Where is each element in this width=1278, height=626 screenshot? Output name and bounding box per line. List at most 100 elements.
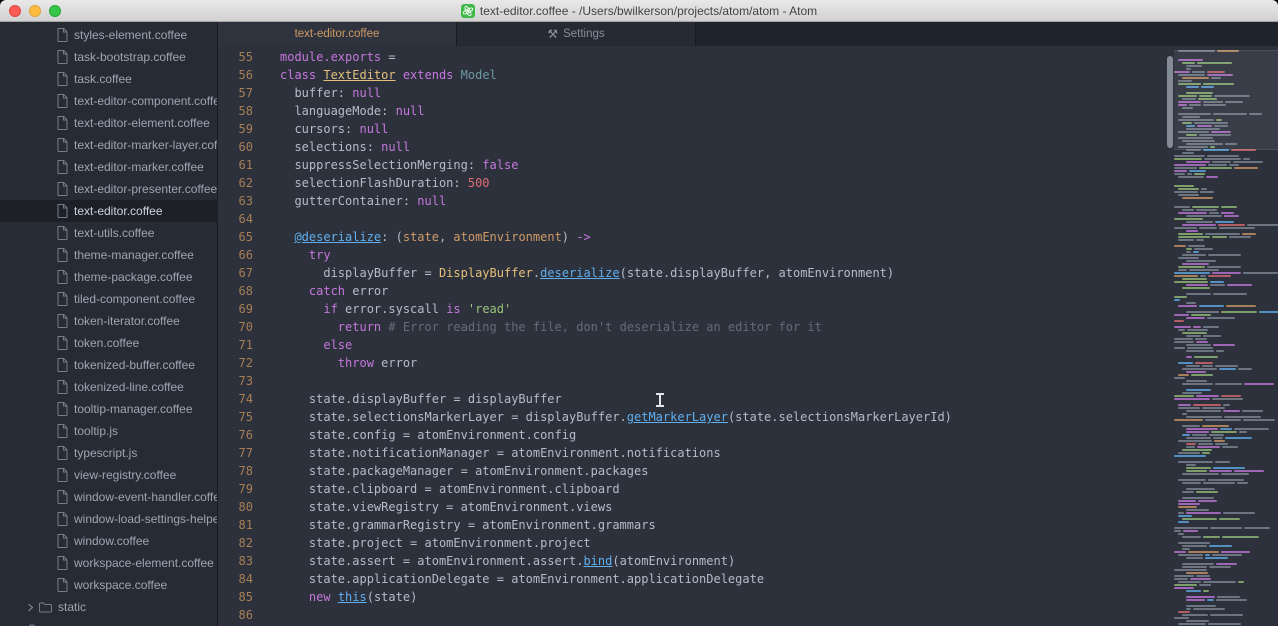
minimap-line — [1174, 443, 1278, 445]
code-line[interactable]: @deserialize: (state, atomEnvironment) -… — [280, 228, 1166, 246]
tree-item-file[interactable]: window-load-settings-helpers.coffee — [0, 508, 217, 530]
zoom-button[interactable] — [49, 5, 61, 17]
minimap-line — [1174, 155, 1278, 157]
tree-item-file[interactable]: tokenized-line.coffee — [0, 376, 217, 398]
minimap-line — [1174, 308, 1278, 310]
minimap-line — [1174, 284, 1278, 286]
scrollbar-track[interactable] — [1166, 46, 1174, 626]
tree-item-folder[interactable] — [0, 618, 217, 626]
tree-item-file[interactable]: task-bootstrap.coffee — [0, 46, 217, 68]
code-line[interactable]: displayBuffer = DisplayBuffer.deserializ… — [280, 264, 1166, 282]
code-line[interactable]: state.assert = atomEnvironment.assert.bi… — [280, 552, 1166, 570]
tree-item-file[interactable]: text-editor.coffee — [0, 200, 217, 222]
code-line[interactable] — [280, 372, 1166, 390]
code-pane[interactable]: module.exports =class TextEditor extends… — [280, 46, 1166, 626]
minimap-line — [1174, 548, 1278, 550]
minimap-line — [1174, 602, 1278, 604]
code-line[interactable]: state.displayBuffer = displayBuffer — [280, 390, 1166, 408]
code-line[interactable]: state.config = atomEnvironment.config — [280, 426, 1166, 444]
code-line[interactable]: module.exports = — [280, 48, 1166, 66]
code-line[interactable]: return # Error reading the file, don't d… — [280, 318, 1166, 336]
minimap-line — [1174, 359, 1278, 361]
tree-item-file[interactable]: workspace-element.coffee — [0, 552, 217, 574]
tree-item-file[interactable]: theme-manager.coffee — [0, 244, 217, 266]
code-line[interactable]: languageMode: null — [280, 102, 1166, 120]
tree-item-file[interactable]: tiled-component.coffee — [0, 288, 217, 310]
code-line[interactable]: selectionFlashDuration: 500 — [280, 174, 1166, 192]
tree-item-file[interactable]: tokenized-buffer.coffee — [0, 354, 217, 376]
tree-item-file[interactable]: styles-element.coffee — [0, 24, 217, 46]
code-line[interactable]: else — [280, 336, 1166, 354]
tree-item-file[interactable]: theme-package.coffee — [0, 266, 217, 288]
minimap[interactable] — [1174, 46, 1278, 626]
code-line[interactable]: buffer: null — [280, 84, 1166, 102]
minimap-line — [1174, 605, 1278, 607]
tree-item-file[interactable]: window.coffee — [0, 530, 217, 552]
tree-item-file[interactable]: workspace.coffee — [0, 574, 217, 596]
scrollbar-thumb[interactable] — [1167, 56, 1173, 148]
tree-item-file[interactable]: text-editor-element.coffee — [0, 112, 217, 134]
code-line[interactable]: if error.syscall is 'read' — [280, 300, 1166, 318]
window-title: text-editor.coffee - /Users/bwilkerson/p… — [480, 4, 817, 18]
minimap-visible-region[interactable] — [1174, 50, 1278, 150]
minimap-line — [1174, 446, 1278, 448]
code-line[interactable]: new this(state) — [280, 588, 1166, 606]
file-icon — [57, 424, 68, 438]
tree-item-file[interactable]: text-editor-presenter.coffee — [0, 178, 217, 200]
minimap-line — [1174, 215, 1278, 217]
tree-item-file[interactable]: text-utils.coffee — [0, 222, 217, 244]
minimap-line — [1174, 449, 1278, 451]
minimap-line — [1174, 488, 1278, 490]
minimap-line — [1174, 350, 1278, 352]
tree-item-file[interactable]: typescript.js — [0, 442, 217, 464]
tree-item-file[interactable]: text-editor-marker.coffee — [0, 156, 217, 178]
tree-item-file[interactable]: token.coffee — [0, 332, 217, 354]
close-button[interactable] — [9, 5, 21, 17]
code-line[interactable]: selections: null — [280, 138, 1166, 156]
tree-item-file[interactable]: token-iterator.coffee — [0, 310, 217, 332]
tree-item-file[interactable]: view-registry.coffee — [0, 464, 217, 486]
tree-item-file[interactable]: task.coffee — [0, 68, 217, 90]
code-line[interactable]: state.packageManager = atomEnvironment.p… — [280, 462, 1166, 480]
code-line[interactable]: class TextEditor extends Model — [280, 66, 1166, 84]
editor[interactable]: 5556575859606162636465666768697071727374… — [218, 46, 1278, 626]
code-line[interactable]: gutterContainer: null — [280, 192, 1166, 210]
tree-item-file[interactable]: text-editor-component.coffee — [0, 90, 217, 112]
tab-bar: text-editor.coffee ⚒ Settings — [218, 22, 1278, 46]
code-line[interactable]: try — [280, 246, 1166, 264]
minimap-line — [1174, 374, 1278, 376]
code-line[interactable] — [280, 210, 1166, 228]
tree-item-file[interactable]: text-editor-marker-layer.coffee — [0, 134, 217, 156]
tree-item-file[interactable]: tooltip.js — [0, 420, 217, 442]
minimap-line — [1174, 530, 1278, 532]
minimap-line — [1174, 533, 1278, 535]
code-line[interactable]: cursors: null — [280, 120, 1166, 138]
code-line[interactable]: state.project = atomEnvironment.project — [280, 534, 1166, 552]
file-icon — [57, 204, 68, 218]
minimap-line — [1174, 401, 1278, 403]
code-line[interactable]: state.applicationDelegate = atomEnvironm… — [280, 570, 1166, 588]
minimap-line — [1174, 521, 1278, 523]
tab-settings[interactable]: ⚒ Settings — [457, 22, 696, 46]
tree-item-file[interactable]: tooltip-manager.coffee — [0, 398, 217, 420]
code-line[interactable]: state.grammarRegistry = atomEnvironment.… — [280, 516, 1166, 534]
title-bar: text-editor.coffee - /Users/bwilkerson/p… — [0, 0, 1278, 22]
minimap-line — [1174, 587, 1278, 589]
code-line[interactable]: catch error — [280, 282, 1166, 300]
line-number: 64 — [218, 210, 280, 228]
minimap-line — [1174, 269, 1278, 271]
minimap-line — [1174, 158, 1278, 160]
code-line[interactable] — [280, 606, 1166, 624]
tree-item-file[interactable]: window-event-handler.coffee — [0, 486, 217, 508]
tab-text-editor[interactable]: text-editor.coffee — [218, 22, 457, 46]
minimize-button[interactable] — [29, 5, 41, 17]
code-line[interactable]: state.viewRegistry = atomEnvironment.vie… — [280, 498, 1166, 516]
code-line[interactable]: state.clipboard = atomEnvironment.clipbo… — [280, 480, 1166, 498]
code-line[interactable]: state.notificationManager = atomEnvironm… — [280, 444, 1166, 462]
tree-item-label: text-editor-marker.coffee — [74, 160, 204, 174]
minimap-line — [1174, 551, 1278, 553]
tree-item-folder[interactable]: static — [0, 596, 217, 618]
code-line[interactable]: throw error — [280, 354, 1166, 372]
code-line[interactable]: suppressSelectionMerging: false — [280, 156, 1166, 174]
code-line[interactable]: state.selectionsMarkerLayer = displayBuf… — [280, 408, 1166, 426]
